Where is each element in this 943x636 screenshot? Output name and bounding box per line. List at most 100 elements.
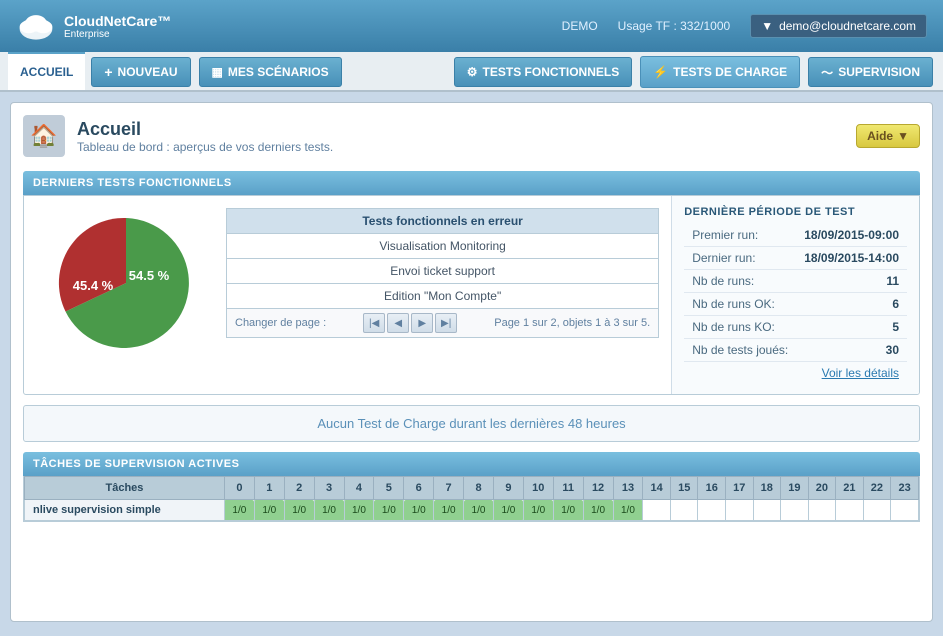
nav-supervision[interactable]: 〜 SUPERVISION	[808, 57, 933, 87]
supervision-header: TÂCHES DE SUPERVISION ACTIVES	[23, 452, 920, 476]
sup-cell-0-1: 1/0	[254, 500, 284, 521]
sup-cell-0-6: 1/0	[404, 500, 434, 521]
sup-cell-0-13: 1/0	[613, 500, 643, 521]
dropdown-arrow-icon: ▼	[761, 19, 773, 33]
functional-tests-content: 45.4 % 54.5 % Tests fonctionnels en erre…	[23, 195, 920, 395]
nav-tests-fonctionnels[interactable]: ⚙ TESTS FONCTIONNELS	[454, 57, 632, 87]
functional-tests-header: DERNIERS TESTS FONCTIONNELS	[23, 171, 920, 195]
aide-label: Aide	[867, 129, 893, 143]
col-6: 6	[404, 477, 434, 500]
logo-name: CloudNetCare™	[64, 13, 171, 29]
stat-label-2: Dernier run:	[684, 247, 796, 270]
col-9: 9	[493, 477, 523, 500]
pagination-label: Page 1 sur 2, objets 1 à 3 sur 5.	[494, 317, 650, 329]
stat-nb-runs: Nb de runs: 11	[684, 270, 907, 293]
pagination-buttons: |◀ ◀ ▶ ▶|	[363, 313, 457, 333]
stat-label-4: Nb de runs OK:	[684, 293, 796, 316]
page-subtitle: Tableau de bord : aperçus de vos dernier…	[77, 140, 333, 154]
sup-cell-0-3: 1/0	[314, 500, 344, 521]
app-header: CloudNetCare™ Enterprise DEMO Usage TF :…	[0, 0, 943, 52]
col-10: 10	[523, 477, 553, 500]
no-charge-banner: Aucun Test de Charge durant les dernière…	[23, 405, 920, 442]
sup-cell-0-23	[891, 500, 919, 521]
col-14: 14	[643, 477, 671, 500]
pie-red-label: 45.4 %	[73, 278, 114, 293]
sup-cell-0-15	[670, 500, 698, 521]
col-21: 21	[836, 477, 864, 500]
error-row-1[interactable]: Visualisation Monitoring	[226, 234, 659, 259]
gear-icon: ⚙	[467, 65, 478, 79]
col-7: 7	[434, 477, 464, 500]
sup-cell-0-5: 1/0	[374, 500, 404, 521]
col-0: 0	[224, 477, 254, 500]
functional-tests-section: DERNIERS TESTS FONCTIONNELS	[23, 171, 920, 395]
wave-icon: 〜	[821, 64, 833, 81]
stat-value-6: 30	[796, 339, 907, 362]
stat-nb-runs-ok: Nb de runs OK: 6	[684, 293, 907, 316]
error-row-2[interactable]: Envoi ticket support	[226, 259, 659, 284]
sup-cell-0-20	[808, 500, 836, 521]
nav-accueil[interactable]: ACCUEIL	[8, 52, 85, 90]
logo-area: CloudNetCare™ Enterprise	[16, 8, 171, 44]
stat-value-5: 5	[796, 316, 907, 339]
next-page-button[interactable]: ▶	[411, 313, 433, 333]
col-16: 16	[698, 477, 726, 500]
functional-tests-title: DERNIERS TESTS FONCTIONNELS	[33, 177, 232, 189]
stat-value-3: 11	[796, 270, 907, 293]
sup-cell-0-12: 1/0	[583, 500, 613, 521]
error-table-title: Tests fonctionnels en erreur	[226, 208, 659, 234]
sup-cell-0-22	[863, 500, 891, 521]
user-menu-button[interactable]: ▼ demo@cloudnetcare.com	[750, 14, 927, 38]
stat-value-1: 18/09/2015-09:00	[796, 224, 907, 247]
error-table-area: Tests fonctionnels en erreur Visualisati…	[226, 208, 659, 358]
stat-premier-run: Premier run: 18/09/2015-09:00	[684, 224, 907, 247]
supervision-header-row: Tâches 0 1 2 3 4 5 6 7 8 9 10 11 12	[25, 477, 919, 500]
col-2: 2	[284, 477, 314, 500]
stat-nb-tests: Nb de tests joués: 30	[684, 339, 907, 362]
film-icon: ▦	[212, 65, 223, 79]
sup-cell-0-17	[726, 500, 754, 521]
sup-cell-0-4: 1/0	[344, 500, 374, 521]
col-22: 22	[863, 477, 891, 500]
sup-cell-0-11: 1/0	[553, 500, 583, 521]
col-20: 20	[808, 477, 836, 500]
first-page-button[interactable]: |◀	[363, 313, 385, 333]
sup-cell-0-21	[836, 500, 864, 521]
nav-nouveau-label: NOUVEAU	[118, 65, 178, 79]
page-change-label: Changer de page :	[235, 317, 326, 329]
col-17: 17	[726, 477, 754, 500]
sup-cell-0-18	[753, 500, 781, 521]
stat-dernier-run: Dernier run: 18/09/2015-14:00	[684, 247, 907, 270]
col-12: 12	[583, 477, 613, 500]
nav-accueil-label: ACCUEIL	[20, 65, 73, 79]
prev-page-button[interactable]: ◀	[387, 313, 409, 333]
supervision-table: Tâches 0 1 2 3 4 5 6 7 8 9 10 11 12	[24, 476, 919, 521]
plus-icon: +	[104, 64, 112, 80]
sup-cell-0-0: 1/0	[224, 500, 254, 521]
nav-tests-de-charge[interactable]: ⚡ TESTS DE CHARGE	[640, 56, 800, 88]
col-15: 15	[670, 477, 698, 500]
voir-details-link[interactable]: Voir les détails	[684, 362, 907, 384]
home-icon: 🏠	[23, 115, 65, 157]
page-title: Accueil	[77, 119, 333, 140]
stat-value-2: 18/09/2015-14:00	[796, 247, 907, 270]
stat-label-1: Premier run:	[684, 224, 796, 247]
stats-table: Premier run: 18/09/2015-09:00 Dernier ru…	[684, 224, 907, 362]
stat-label-5: Nb de runs KO:	[684, 316, 796, 339]
last-page-button[interactable]: ▶|	[435, 313, 457, 333]
sup-cell-0-8: 1/0	[464, 500, 494, 521]
error-row-3[interactable]: Edition "Mon Compte"	[226, 284, 659, 309]
pie-chart-area: 45.4 % 54.5 %	[36, 208, 216, 358]
logo-icon	[16, 8, 56, 44]
aide-button[interactable]: Aide ▼	[856, 124, 920, 148]
func-layout: 45.4 % 54.5 % Tests fonctionnels en erre…	[36, 208, 659, 358]
nav-nouveau[interactable]: + NOUVEAU	[91, 57, 190, 87]
nav-mes-scenarios[interactable]: ▦ MES SCÉNARIOS	[199, 57, 342, 87]
col-8: 8	[464, 477, 494, 500]
pie-green-label: 54.5 %	[129, 268, 170, 283]
stat-label-6: Nb de tests joués:	[684, 339, 796, 362]
header-info: DEMO Usage TF : 332/1000 ▼ demo@cloudnet…	[562, 14, 927, 38]
supervision-section: TÂCHES DE SUPERVISION ACTIVES Tâches 0 1…	[23, 452, 920, 522]
sup-cell-0-19	[781, 500, 809, 521]
logo-text: CloudNetCare™ Enterprise	[64, 13, 171, 40]
